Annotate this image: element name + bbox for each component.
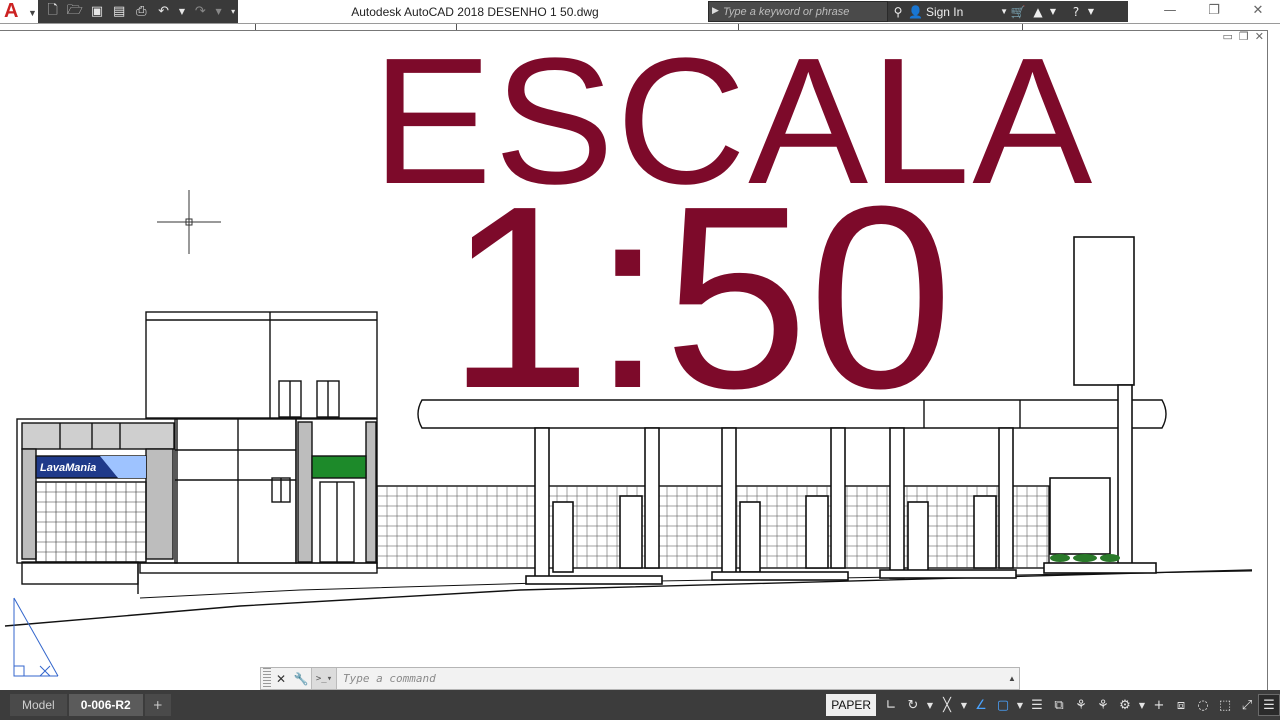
isometric-icon[interactable]: ╳ bbox=[936, 694, 958, 716]
ortho-icon[interactable]: ∟ bbox=[880, 694, 902, 716]
lavamania-sign-text: LavaMania bbox=[40, 462, 96, 474]
lineweight-icon[interactable]: ☰ bbox=[1026, 694, 1048, 716]
tab-model[interactable]: Model bbox=[10, 694, 67, 716]
infocenter: ⚲ 👤 Sign In ▼ 🛒 ▲ ▼ ? ▼ bbox=[888, 1, 1128, 22]
status-bar: Model 0-006-R2 + PAPER ∟ ↻ ▼ ╳ ▼ ∠ ▢ ▼ ☰… bbox=[0, 690, 1280, 720]
paper-space-button[interactable]: PAPER bbox=[826, 694, 876, 716]
binoculars-icon[interactable]: ⚲ bbox=[888, 5, 908, 19]
chevron-up-icon[interactable]: ▲ bbox=[1005, 674, 1019, 683]
quick-access-toolbar: 🗋 🗁 ▣ ▤ ⎙ ↶ ▼ ↷ ▼ ▾ bbox=[38, 0, 238, 23]
search-input[interactable] bbox=[723, 4, 883, 20]
restore-icon[interactable]: ❐ bbox=[1192, 0, 1236, 24]
search-expand-icon[interactable]: ▶ bbox=[712, 5, 719, 16]
crosshair-cursor bbox=[157, 190, 221, 254]
command-prompt-icon[interactable]: >_▾ bbox=[311, 668, 337, 689]
close-icon[interactable]: ✕ bbox=[271, 672, 291, 686]
minimize-icon[interactable]: — bbox=[1148, 0, 1192, 24]
search-box: ▶ bbox=[708, 1, 888, 22]
workspace-gear-icon[interactable]: ⚙ bbox=[1114, 694, 1136, 716]
annotation-scale-icon[interactable]: ⚘ bbox=[1070, 694, 1092, 716]
chevron-down-icon: ▼ bbox=[28, 8, 37, 18]
sign-in-label: Sign In bbox=[925, 4, 964, 19]
autocad-logo-icon: A bbox=[4, 0, 19, 22]
polar-tracking-icon[interactable]: ↻ bbox=[902, 694, 924, 716]
chevron-down-icon[interactable]: ▼ bbox=[1086, 7, 1096, 16]
command-line-grip[interactable] bbox=[263, 668, 271, 689]
sign-in-button[interactable]: 👤 Sign In ▼ bbox=[908, 5, 1008, 19]
application-menu-button[interactable]: A ▼ bbox=[0, 0, 38, 24]
hardware-acceleration-icon[interactable]: ⬚ bbox=[1214, 694, 1236, 716]
add-layout-button[interactable]: + bbox=[144, 694, 171, 716]
new-icon[interactable]: 🗋 bbox=[44, 3, 61, 21]
chevron-down-icon[interactable]: ▼ bbox=[1136, 694, 1148, 716]
autodesk-a360-icon[interactable]: ▲ bbox=[1028, 5, 1048, 19]
chevron-down-icon[interactable]: ▼ bbox=[958, 694, 970, 716]
chevron-down-icon: ▼ bbox=[1000, 7, 1008, 16]
window-controls: — ❐ ✕ bbox=[1148, 0, 1280, 24]
scale-ratio: 1:50 bbox=[446, 153, 954, 443]
user-icon: 👤 bbox=[908, 4, 923, 19]
command-line: ✕ 🔧 >_▾ ▲ bbox=[260, 667, 1020, 690]
isolate-objects-icon[interactable]: ◌ bbox=[1192, 694, 1214, 716]
redo-dropdown-icon[interactable]: ▼ bbox=[214, 3, 224, 21]
close-icon[interactable]: ✕ bbox=[1236, 0, 1280, 24]
redo-icon[interactable]: ↷ bbox=[192, 3, 209, 21]
help-icon[interactable]: ? bbox=[1066, 5, 1086, 19]
plus-icon[interactable]: + bbox=[1148, 694, 1170, 716]
plot-icon[interactable]: ⎙ bbox=[133, 3, 150, 21]
save-icon[interactable]: ▣ bbox=[88, 3, 105, 21]
open-icon[interactable]: 🗁 bbox=[66, 3, 83, 21]
undo-icon[interactable]: ↶ bbox=[155, 3, 172, 21]
clean-screen-icon[interactable]: ⤢ bbox=[1236, 694, 1258, 716]
object-snap-tracking-icon[interactable]: ∠ bbox=[970, 694, 992, 716]
chevron-down-icon[interactable]: ▼ bbox=[1014, 694, 1026, 716]
layout-tabs: Model 0-006-R2 + bbox=[10, 690, 173, 720]
annotation-visibility-icon[interactable]: ⚘ bbox=[1092, 694, 1114, 716]
object-snap-icon[interactable]: ▢ bbox=[992, 694, 1014, 716]
cart-icon[interactable]: 🛒 bbox=[1008, 5, 1028, 19]
drawing-area[interactable]: ▭ ❐ ✕ LavaMania ESCALA 1:50 bbox=[0, 30, 1280, 690]
undo-dropdown-icon[interactable]: ▼ bbox=[177, 3, 187, 21]
status-tools: PAPER ∟ ↻ ▼ ╳ ▼ ∠ ▢ ▼ ☰ ⧉ ⚘ ⚘ ⚙ ▼ + ⧈ ◌ … bbox=[826, 693, 1280, 717]
customization-icon[interactable]: ☰ bbox=[1258, 694, 1280, 716]
wrench-icon[interactable]: 🔧 bbox=[291, 672, 311, 686]
ucs-icon bbox=[13, 597, 59, 677]
command-input[interactable] bbox=[337, 668, 1005, 689]
units-icon[interactable]: ⧈ bbox=[1170, 694, 1192, 716]
transparency-icon[interactable]: ⧉ bbox=[1048, 694, 1070, 716]
save-as-icon[interactable]: ▤ bbox=[111, 3, 128, 21]
chevron-down-icon[interactable]: ▼ bbox=[1048, 7, 1058, 16]
customize-icon[interactable]: ▾ bbox=[228, 3, 238, 21]
tab-layout-0-006-r2[interactable]: 0-006-R2 bbox=[68, 694, 143, 716]
chevron-down-icon[interactable]: ▼ bbox=[924, 694, 936, 716]
